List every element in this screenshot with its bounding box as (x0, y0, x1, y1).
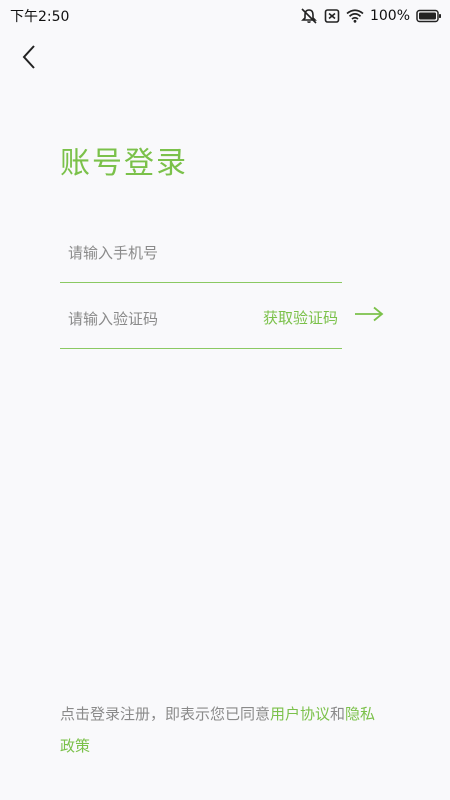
chevron-left-icon (21, 44, 37, 74)
wifi-icon (346, 9, 364, 23)
page-title: 账号登录 (60, 146, 188, 181)
status-icons: 100% (300, 8, 442, 24)
login-screen: 下午2:50 100% 账号登录 请输入手机号 请输入验证码 获取验证码 点击登… (0, 0, 450, 800)
back-button[interactable] (14, 44, 44, 74)
agreement-text: 点击登录注册，即表示您已同意用户协议和隐私政策 (60, 698, 390, 762)
user-agreement-link[interactable]: 用户协议 (270, 705, 330, 723)
get-code-button[interactable]: 获取验证码 (263, 307, 338, 328)
battery-icon (416, 9, 442, 23)
submit-button[interactable] (352, 304, 386, 328)
verification-code-input[interactable] (66, 303, 250, 335)
battery-percentage: 100% (369, 8, 410, 24)
status-bar: 下午2:50 100% (0, 0, 450, 32)
agreement-prefix: 点击登录注册，即表示您已同意 (60, 705, 271, 723)
mute-icon (300, 8, 318, 24)
phone-input[interactable] (66, 237, 250, 269)
agreement-conjunction: 和 (330, 705, 346, 723)
arrow-right-icon (354, 306, 384, 326)
phone-field (60, 227, 342, 283)
sim-off-icon (324, 8, 340, 24)
status-time: 下午2:50 (10, 9, 70, 25)
verification-code-field: 获取验证码 (60, 293, 342, 349)
